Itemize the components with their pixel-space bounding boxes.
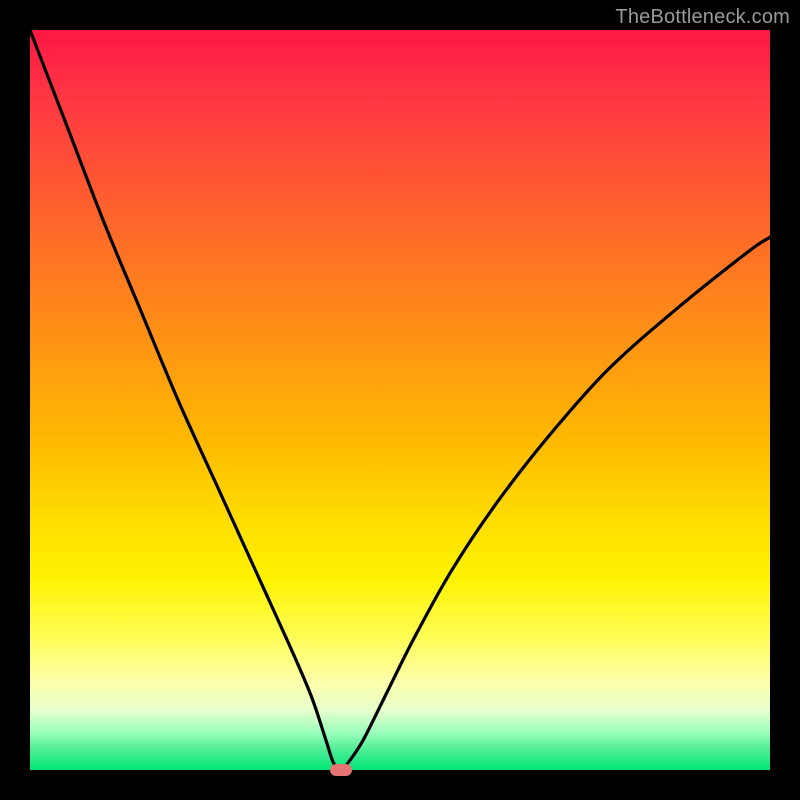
optimal-point-marker <box>330 764 352 776</box>
chart-frame: TheBottleneck.com <box>0 0 800 800</box>
watermark-text: TheBottleneck.com <box>615 6 790 29</box>
bottleneck-curve <box>30 30 770 770</box>
plot-area <box>30 30 770 770</box>
